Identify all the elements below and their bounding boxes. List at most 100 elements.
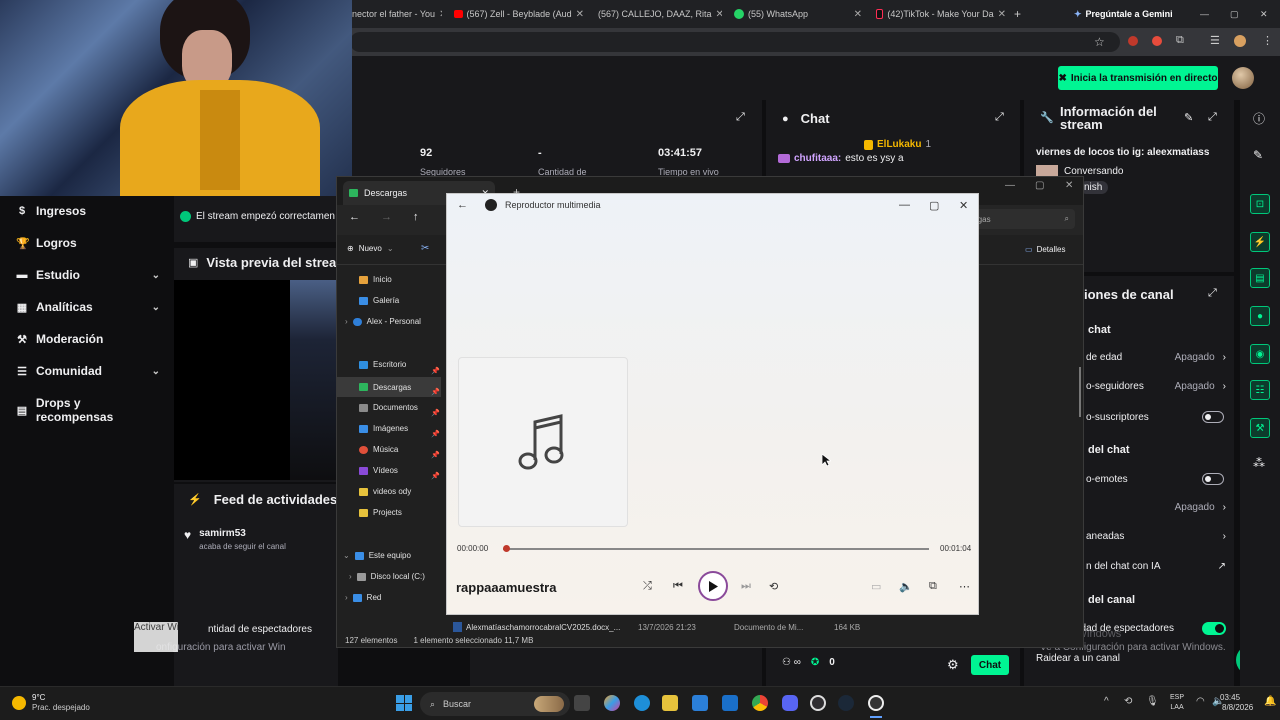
browser-tab[interactable]: (567) CALLEJO, DAAZ, Rita ✕	[594, 4, 722, 24]
extension-icon[interactable]	[1128, 36, 1138, 46]
steam-icon[interactable]	[838, 695, 854, 711]
setting-toggle[interactable]	[1202, 411, 1224, 423]
sidebar-item-documentos[interactable]: Documentos	[359, 403, 418, 412]
sidebar-item-onedrive[interactable]: › Alex - Personal	[345, 317, 421, 326]
sidebar-item-descargas[interactable]: Descargas	[337, 377, 441, 397]
notification-bell-icon[interactable]: 🔔	[1264, 696, 1276, 707]
sidebar-item-estudio[interactable]: ▬ Estudio ⌄	[16, 268, 161, 282]
close-window-icon[interactable]: ✕	[1065, 180, 1073, 191]
user-avatar[interactable]	[1232, 67, 1254, 89]
minimize-window-icon[interactable]: —	[899, 199, 910, 211]
chat-settings-icon[interactable]: ⚙	[947, 657, 959, 673]
seek-bar[interactable]	[503, 545, 929, 552]
popout-icon[interactable]: ⤢	[1208, 287, 1217, 300]
popout-icon[interactable]: ⤢	[736, 111, 745, 124]
sidebar-item-ingresos[interactable]: $ Ingresos	[16, 204, 160, 218]
language-tag[interactable]: nish	[1080, 181, 1109, 194]
sidebar-item-drops[interactable]: ▤ Drops y recompensas	[16, 396, 160, 424]
sidebar-item-disco-c[interactable]: › Disco local (C:)	[349, 572, 425, 581]
setting-row[interactable]: de edad Apagado ›	[1086, 352, 1226, 363]
outlook-icon[interactable]	[722, 695, 738, 711]
start-button[interactable]	[396, 695, 412, 711]
close-window-icon[interactable]: ✕	[959, 199, 968, 212]
activity-username[interactable]: samirm53	[199, 528, 286, 539]
cut-icon[interactable]: ✂	[421, 243, 429, 254]
taskbar-search[interactable]: ⌕ Buscar	[420, 692, 570, 716]
setting-row[interactable]: aneadas ›	[1086, 531, 1226, 542]
apps-icon[interactable]: ⁂	[1253, 456, 1265, 470]
task-view-icon[interactable]	[574, 695, 590, 711]
gemini-button[interactable]: ✦ Pregúntale a Gemini	[1074, 4, 1184, 24]
sidebar-item-projects[interactable]: Projects	[359, 508, 402, 517]
previous-track-icon[interactable]: ⏮	[673, 580, 683, 593]
popout-icon[interactable]: ⤢	[995, 111, 1004, 124]
chat-username[interactable]: chufitaaa:	[794, 153, 841, 164]
browser-tab[interactable]: (42)TikTok - Make Your Da ✕	[876, 4, 1006, 24]
profile-icon[interactable]	[1234, 35, 1246, 47]
up-arrow-icon[interactable]: ↑	[413, 211, 419, 223]
browser-tab[interactable]: (55) WhatsApp ✕	[734, 4, 862, 24]
setting-row[interactable]: o-seguidores Apagado ›	[1086, 381, 1226, 392]
browser-tab[interactable]: (567) Zell - Beyblade (Aud ✕	[454, 4, 584, 24]
raid-channel-link[interactable]: Raidear a un canal	[1036, 653, 1120, 664]
system-clock[interactable]: 03:45	[1220, 693, 1240, 703]
setting-row[interactable]: Apagado ›	[1086, 502, 1226, 513]
go-live-button[interactable]: ✖ Inicia la transmisión en directo	[1058, 66, 1218, 90]
tray-app-icon[interactable]: ⟲	[1124, 696, 1132, 707]
note-icon[interactable]: ▤	[1250, 268, 1270, 288]
close-window-icon[interactable]: ✕	[1260, 4, 1270, 24]
subtitles-icon[interactable]: ▭	[871, 580, 881, 593]
browser-tab[interactable]: nector el father - You ✕	[352, 4, 442, 24]
volume-icon[interactable]: 🔈	[899, 580, 913, 593]
seek-thumb[interactable]	[503, 545, 510, 552]
bookmark-star-icon[interactable]: ☆	[1094, 35, 1105, 49]
sidebar-item-red[interactable]: › Red	[345, 593, 381, 602]
file-row[interactable]: Alexmatíaschamorrocabra​lCV2025.docx_...…	[453, 620, 973, 634]
channel-points-icon[interactable]: ⚇ ∞	[782, 657, 801, 668]
clip-icon[interactable]: ⊡	[1250, 194, 1270, 214]
close-tab-icon[interactable]: ✕	[998, 9, 1006, 20]
info-icon[interactable]: ⓘ	[1253, 110, 1265, 127]
system-date[interactable]: 8/8/2026	[1222, 703, 1253, 712]
media-player-taskbar-icon[interactable]	[868, 695, 884, 711]
sidebar-item-imagenes[interactable]: Imágenes	[359, 424, 408, 433]
maximize-window-icon[interactable]: ▢	[1035, 180, 1044, 191]
popout-icon[interactable]: ⤢	[1208, 111, 1217, 124]
close-tab-icon[interactable]: ✕	[439, 9, 442, 20]
close-tab-icon[interactable]: ✕	[576, 9, 584, 20]
copilot-icon[interactable]	[604, 695, 620, 711]
edit-pencil-icon[interactable]: ✎	[1253, 148, 1263, 162]
details-button[interactable]: ▭ Detalles	[1025, 245, 1065, 254]
weather-widget[interactable]: 9°C Prac. despejado	[12, 693, 90, 713]
language-indicator[interactable]: ESP LAA	[1170, 693, 1184, 713]
minimize-window-icon[interactable]: —	[1200, 4, 1210, 24]
edit-pencil-icon[interactable]: ✎	[1184, 111, 1193, 124]
pinned-username[interactable]: ElLukaku	[877, 139, 921, 150]
sidebar-item-videos[interactable]: Vídeos	[359, 466, 398, 475]
sidebar-item-comunidad[interactable]: ☰ Comunidad ⌄	[16, 364, 160, 378]
back-arrow-icon[interactable]: ←	[457, 199, 468, 211]
stream-preview-video[interactable]	[174, 280, 336, 480]
edge-icon[interactable]	[634, 695, 650, 711]
close-tab-icon[interactable]: ✕	[716, 9, 722, 20]
back-arrow-icon[interactable]: ←	[349, 211, 360, 223]
wrench-icon[interactable]: ⚒	[1250, 418, 1270, 438]
play-button[interactable]	[698, 571, 728, 601]
next-track-icon[interactable]: ⏭	[741, 580, 751, 593]
scrollbar[interactable]	[1079, 367, 1081, 417]
bolt-icon[interactable]: ⚡	[1250, 232, 1270, 252]
obs-icon[interactable]	[810, 695, 826, 711]
file-explorer-icon[interactable]	[662, 695, 678, 711]
address-bar[interactable]	[350, 32, 1120, 52]
sidebar-item-inicio[interactable]: Inicio	[359, 275, 392, 284]
minimize-window-icon[interactable]: —	[1005, 180, 1015, 191]
maximize-window-icon[interactable]: ▢	[929, 199, 939, 212]
setting-toggle[interactable]	[1202, 473, 1224, 485]
sidebar-item-moderacion[interactable]: ⚒ Moderación	[16, 332, 160, 346]
sidebar-item-escritorio[interactable]: Escritorio	[359, 360, 406, 369]
shuffle-icon[interactable]: ⤮	[643, 580, 652, 593]
setting-row[interactable]: n del chat con IA ↗	[1086, 561, 1226, 572]
browser-menu-icon[interactable]: ⋮	[1262, 34, 1273, 47]
more-options-icon[interactable]: ⋯	[959, 580, 970, 593]
miniplayer-icon[interactable]: ⧉	[929, 580, 937, 593]
